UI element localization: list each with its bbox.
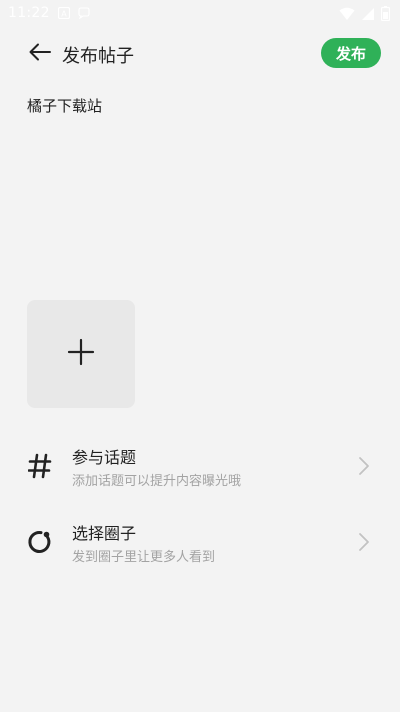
signal-icon xyxy=(361,7,375,25)
top-app-bar: 发布帖子 发布 xyxy=(0,32,400,76)
circle-icon xyxy=(26,528,54,556)
select-circle-subtitle: 发到圈子里让更多人看到 xyxy=(72,550,216,565)
status-bar: 11:22 A xyxy=(0,0,400,28)
status-time: 11:22 xyxy=(8,5,50,21)
join-topic-row[interactable]: 参与话题 添加话题可以提升内容曝光哦 xyxy=(0,440,400,496)
svg-text:A: A xyxy=(61,10,67,19)
battery-icon xyxy=(380,6,391,25)
hashtag-icon xyxy=(26,452,54,480)
notification-a-icon: A xyxy=(57,6,71,23)
status-left-icons: A xyxy=(57,6,90,23)
select-circle-title: 选择圈子 xyxy=(72,524,137,543)
wifi-icon xyxy=(339,7,355,25)
post-content-input[interactable]: 橘子下载站 xyxy=(27,96,373,116)
chevron-right-icon xyxy=(358,456,370,476)
select-circle-row[interactable]: 选择圈子 发到圈子里让更多人看到 xyxy=(0,516,400,572)
arrow-left-icon xyxy=(29,43,51,65)
chevron-right-icon xyxy=(358,532,370,552)
status-right-icons xyxy=(339,6,391,25)
join-topic-title: 参与话题 xyxy=(72,448,137,467)
page-title: 发布帖子 xyxy=(62,46,134,67)
publish-button[interactable]: 发布 xyxy=(321,38,381,68)
add-image-button[interactable] xyxy=(27,300,135,408)
join-topic-subtitle: 添加话题可以提升内容曝光哦 xyxy=(72,474,242,489)
plus-icon xyxy=(67,338,95,370)
back-button[interactable] xyxy=(26,40,54,68)
message-icon xyxy=(78,7,90,23)
